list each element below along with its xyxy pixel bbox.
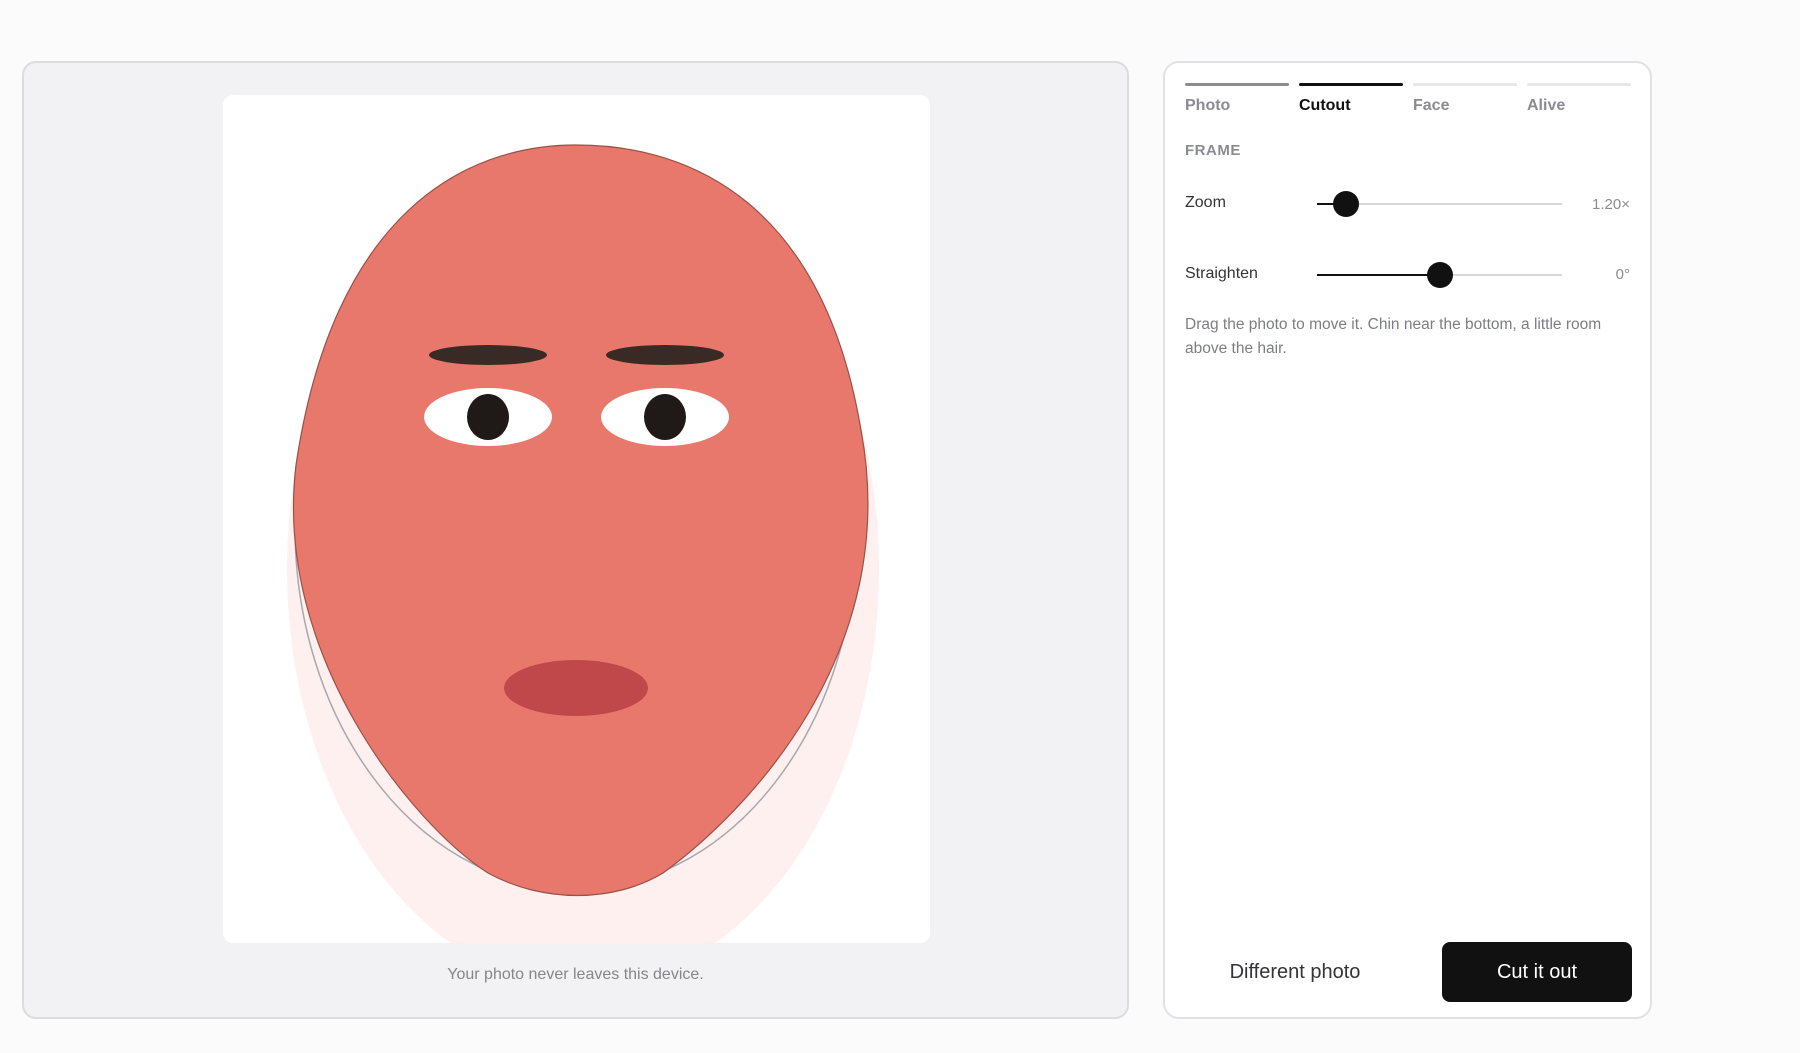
zoom-value: 1.20× — [1592, 196, 1630, 213]
slider-thumb[interactable] — [1426, 262, 1453, 288]
tab-progress-bar — [1299, 83, 1403, 86]
tab-face[interactable]: Face — [1413, 83, 1517, 123]
tab-progress-bar — [1527, 83, 1631, 86]
straighten-value: 0° — [1615, 266, 1630, 283]
mouth — [504, 660, 648, 716]
straighten-label: Straighten — [1185, 265, 1258, 282]
tab-label: Face — [1413, 97, 1450, 114]
tab-label: Alive — [1527, 97, 1566, 114]
right-pupil — [644, 394, 686, 440]
slider-thumb[interactable] — [1333, 191, 1360, 217]
zoom-label: Zoom — [1185, 194, 1226, 211]
tab-alive[interactable]: Alive — [1527, 83, 1631, 123]
settings-panel: Photo Cutout Face Alive FRAME Zoom 1.20×… — [1163, 61, 1652, 1019]
tab-label: Cutout — [1299, 97, 1351, 114]
left-pupil — [467, 394, 509, 440]
privacy-note: Your photo never leaves this device. — [447, 966, 704, 983]
photo-canvas[interactable] — [223, 95, 930, 943]
step-tabs: Photo Cutout Face Alive — [1185, 83, 1631, 123]
different-photo-button[interactable]: Different photo — [1205, 942, 1385, 1002]
slider-fill — [1317, 274, 1440, 276]
tab-progress-bar — [1185, 83, 1289, 86]
right-eyebrow — [606, 345, 724, 365]
left-eyebrow — [429, 345, 547, 365]
tab-photo[interactable]: Photo — [1185, 83, 1289, 123]
face-illustration[interactable] — [223, 95, 930, 943]
tab-progress-bar — [1413, 83, 1517, 86]
cut-it-out-button[interactable]: Cut it out — [1442, 942, 1632, 1002]
framing-hint: Drag the photo to move it. Chin near the… — [1185, 316, 1602, 357]
photo-stage: Your photo never leaves this device. — [22, 61, 1129, 1019]
straighten-slider[interactable] — [1317, 262, 1562, 288]
zoom-slider[interactable] — [1317, 191, 1562, 217]
tab-label: Photo — [1185, 97, 1231, 114]
section-title-frame: FRAME — [1185, 142, 1241, 159]
tab-cutout[interactable]: Cutout — [1299, 83, 1403, 123]
